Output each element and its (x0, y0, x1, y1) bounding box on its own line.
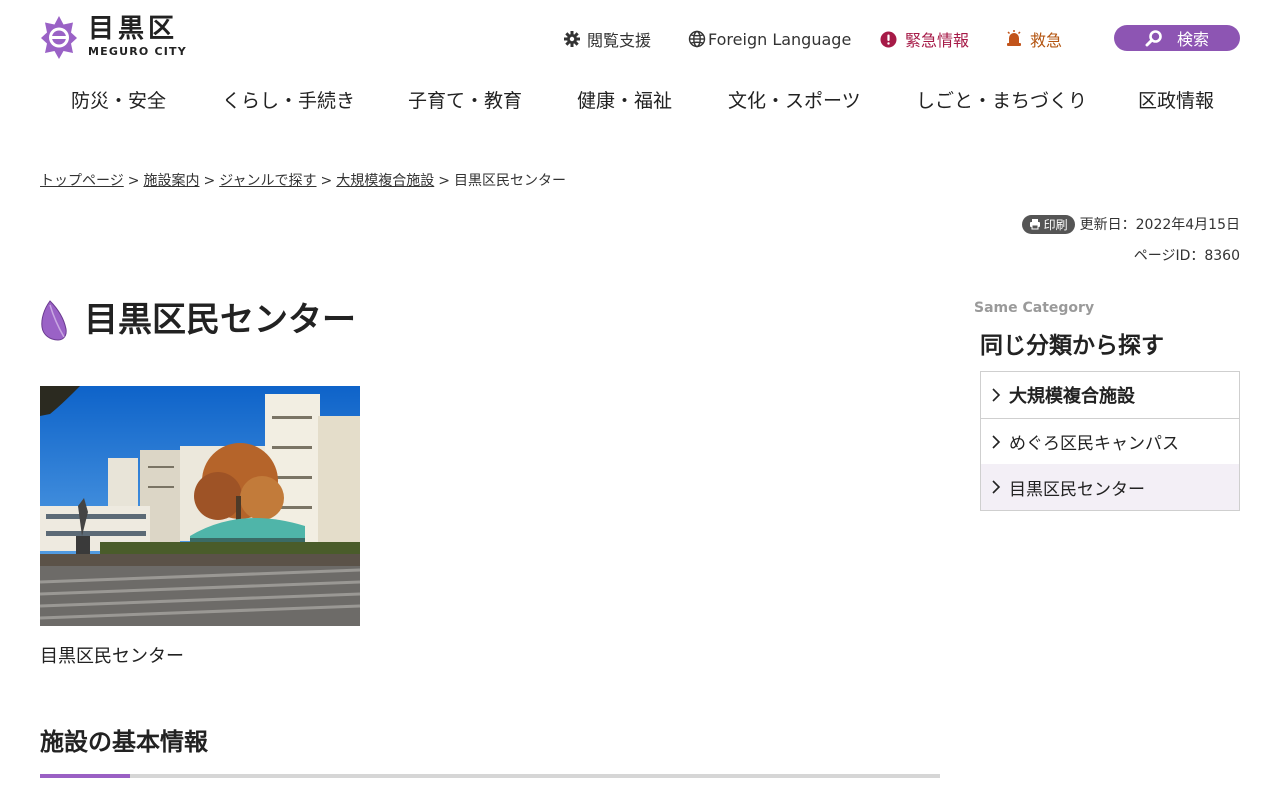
foreign-language-label: Foreign Language (708, 29, 852, 49)
search-button-label: 検索 (1176, 30, 1209, 49)
search-button[interactable]: 検索 (1114, 25, 1240, 51)
nav-item-work-town[interactable]: しごと・まちづくり (916, 86, 1087, 116)
photo-caption: 目黒区民センター (40, 646, 184, 667)
facility-photo (40, 386, 360, 626)
breadcrumb-link-genre[interactable]: ジャンルで探す (219, 173, 316, 189)
site-logo[interactable]: 目黒区 MEGURO CITY (40, 14, 187, 60)
page-meta: 印刷 更新日：2022年4月15日 (1021, 214, 1240, 234)
breadcrumb-link-large-complex[interactable]: 大規模複合施設 (336, 173, 434, 189)
page-title: 目黒区民センター (84, 300, 356, 340)
nav-item-disaster-safety[interactable]: 防災・安全 (71, 86, 166, 116)
emergency-info-link[interactable]: 緊急情報 (880, 24, 969, 54)
accessibility-link[interactable]: 閲覧支援 (563, 24, 651, 54)
breadcrumb-current: 目黒区民センター (453, 173, 566, 189)
breadcrumb-link-top[interactable]: トップページ (40, 173, 124, 189)
gear-icon (563, 30, 581, 48)
nav-item-health-welfare[interactable]: 健康・福祉 (577, 86, 672, 116)
sidebar-item-meguro-center[interactable]: 目黒区民センター (981, 464, 1239, 510)
logo-en-text: MEGURO CITY (88, 45, 187, 58)
print-button[interactable]: 印刷 (1021, 214, 1075, 234)
breadcrumb-separator: > (203, 173, 216, 189)
ambulance-label: 救急 (1030, 31, 1063, 50)
breadcrumb-separator: > (438, 173, 450, 189)
breadcrumb-separator: > (127, 173, 140, 189)
chevron-right-icon (991, 434, 1001, 449)
nav-item-government[interactable]: 区政情報 (1138, 86, 1214, 116)
leaf-icon (41, 300, 67, 341)
globe-icon (688, 30, 706, 48)
chevron-right-icon (991, 480, 1001, 494)
sidebar-eyebrow: Same Category (974, 300, 1095, 316)
sidebar-item-label: めぐろ区民キャンパス (1009, 434, 1179, 454)
global-nav: 防災・安全 くらし・手続き 子育て・教育 健康・福祉 文化・スポーツ しごと・ま… (40, 86, 1240, 116)
sidebar-item-meguro-campus[interactable]: めぐろ区民キャンパス (981, 418, 1239, 464)
breadcrumb-separator: > (320, 173, 333, 189)
sidebar-item-label: 大規模複合施設 (1009, 386, 1135, 407)
sidebar-item-large-complex[interactable]: 大規模複合施設 (981, 372, 1239, 418)
search-icon (1145, 29, 1163, 47)
foreign-language-link[interactable]: Foreign Language (688, 24, 851, 54)
section-heading-basic-info: 施設の基本情報 (40, 728, 208, 756)
meguro-emblem-icon (41, 16, 77, 59)
updated-date: 更新日：2022年4月15日 (1079, 217, 1240, 233)
nav-item-childcare-education[interactable]: 子育て・教育 (408, 86, 522, 116)
printer-icon (1029, 218, 1041, 230)
ambulance-link[interactable]: 救急 (1006, 24, 1062, 54)
nav-item-culture-sports[interactable]: 文化・スポーツ (728, 86, 861, 116)
breadcrumb: トップページ > 施設案内 > ジャンルで探す > 大規模複合施設 > 目黒区民センター (40, 170, 566, 190)
sidebar-item-label: 目黒区民センター (1009, 479, 1145, 500)
chevron-right-icon (991, 388, 1001, 402)
alert-icon (880, 31, 897, 48)
sidebar-category-list: 大規模複合施設 めぐろ区民キャンパス 目黒区民センター (980, 371, 1240, 511)
heading-underline (40, 774, 940, 778)
page-id: ページID：8360 (1133, 248, 1240, 264)
emergency-info-label: 緊急情報 (905, 31, 970, 50)
heading-underline-accent (40, 774, 130, 778)
page-title-block: 目黒区民センター (40, 296, 356, 344)
sidebar-heading: 同じ分類から探す (980, 333, 1164, 359)
logo-jp-text: 目黒区 (88, 14, 179, 44)
print-label: 印刷 (1043, 217, 1068, 232)
breadcrumb-link-facilities[interactable]: 施設案内 (143, 173, 199, 189)
accessibility-label: 閲覧支援 (587, 31, 652, 50)
nav-item-living-procedures[interactable]: くらし・手続き (222, 86, 355, 116)
siren-icon (1006, 30, 1022, 48)
